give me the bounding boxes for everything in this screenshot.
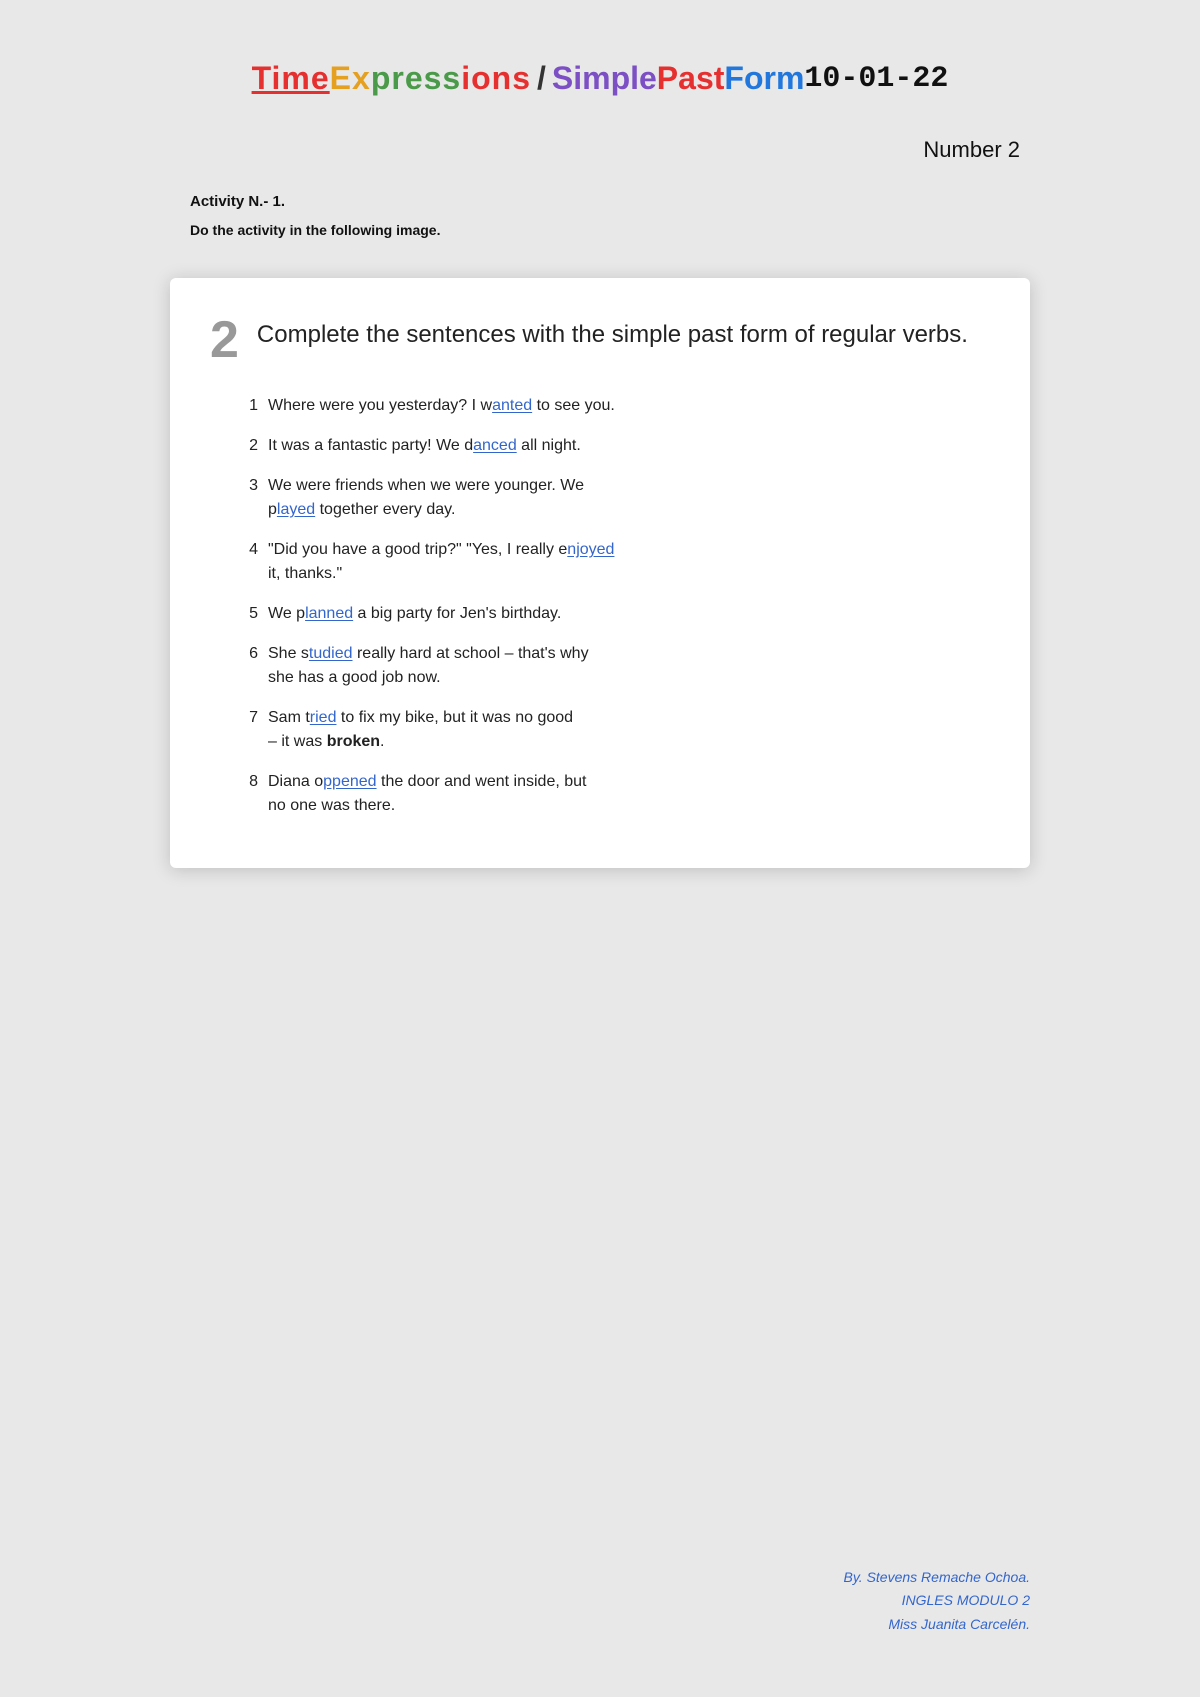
footer-line2: INGLES MODULO 2 (170, 1589, 1030, 1613)
list-item: 7 Sam tried to fix my bike, but it was n… (240, 706, 980, 754)
title-ions: ions (461, 60, 531, 97)
list-item: 1 Where were you yesterday? I wanted to … (240, 394, 980, 418)
page: TimeExpressions/Simple Past Form 10-01-2… (170, 60, 1030, 1637)
activity-card: 2 Complete the sentences with the simple… (170, 278, 1030, 868)
list-item: 3 We were friends when we were younger. … (240, 474, 980, 522)
sentence-num: 3 (240, 474, 258, 498)
sentence-num: 1 (240, 394, 258, 418)
sentence-text: We planned a big party for Jen's birthda… (268, 602, 980, 626)
blank-njoyed: njoyed (567, 541, 614, 558)
list-item: 8 Diana oppened the door and went inside… (240, 770, 980, 818)
blank-anted: anted (492, 397, 532, 414)
title-time: Time (252, 60, 330, 97)
sentence-num: 5 (240, 602, 258, 626)
sentence-text: Diana oppened the door and went inside, … (268, 770, 980, 818)
title-simple: Simple (552, 60, 657, 97)
sentence-text: It was a fantastic party! We danced all … (268, 434, 980, 458)
sentences-list: 1 Where were you yesterday? I wanted to … (210, 394, 980, 818)
sentence-num: 6 (240, 642, 258, 666)
sentence-text: "Did you have a good trip?" "Yes, I real… (268, 538, 980, 586)
sentence-text: She studied really hard at school – that… (268, 642, 980, 690)
sentence-num: 2 (240, 434, 258, 458)
title-form: Form (724, 60, 804, 97)
card-header: 2 Complete the sentences with the simple… (210, 318, 980, 366)
sentence-num: 8 (240, 770, 258, 794)
title-ex: Ex (330, 60, 371, 97)
sentence-num: 4 (240, 538, 258, 562)
title-separator: / (537, 60, 546, 97)
sentence-text: We were friends when we were younger. We… (268, 474, 980, 522)
sentence-text: Where were you yesterday? I wanted to se… (268, 394, 980, 418)
footer-line3: Miss Juanita Carcelén. (170, 1613, 1030, 1637)
title-press: press (371, 60, 461, 97)
list-item: 4 "Did you have a good trip?" "Yes, I re… (240, 538, 980, 586)
list-item: 6 She studied really hard at school – th… (240, 642, 980, 690)
list-item: 2 It was a fantastic party! We danced al… (240, 434, 980, 458)
card-number: 2 (210, 314, 239, 366)
sentence-text: Sam tried to fix my bike, but it was no … (268, 706, 980, 754)
page-title: TimeExpressions/Simple Past Form 10-01-2… (170, 60, 1030, 97)
activity-instruction: Do the activity in the following image. (170, 222, 1030, 238)
footer-line1: By. Stevens Remache Ochoa. (170, 1566, 1030, 1590)
title-past: Past (657, 60, 725, 97)
card-title: Complete the sentences with the simple p… (257, 318, 968, 352)
blank-layed: layed (277, 501, 315, 518)
blank-ried: ried (310, 709, 337, 726)
activity-header: Activity N.- 1. (170, 193, 1030, 210)
title-date: 10-01-22 (804, 62, 948, 96)
blank-tudied: tudied (309, 645, 353, 662)
blank-lanned: lanned (305, 605, 353, 622)
sentence-num: 7 (240, 706, 258, 730)
number-label: Number 2 (170, 137, 1030, 163)
footer: By. Stevens Remache Ochoa. INGLES MODULO… (170, 1546, 1030, 1637)
blank-anced: anced (473, 437, 517, 454)
list-item: 5 We planned a big party for Jen's birth… (240, 602, 980, 626)
blank-ppened: ppened (323, 773, 376, 790)
